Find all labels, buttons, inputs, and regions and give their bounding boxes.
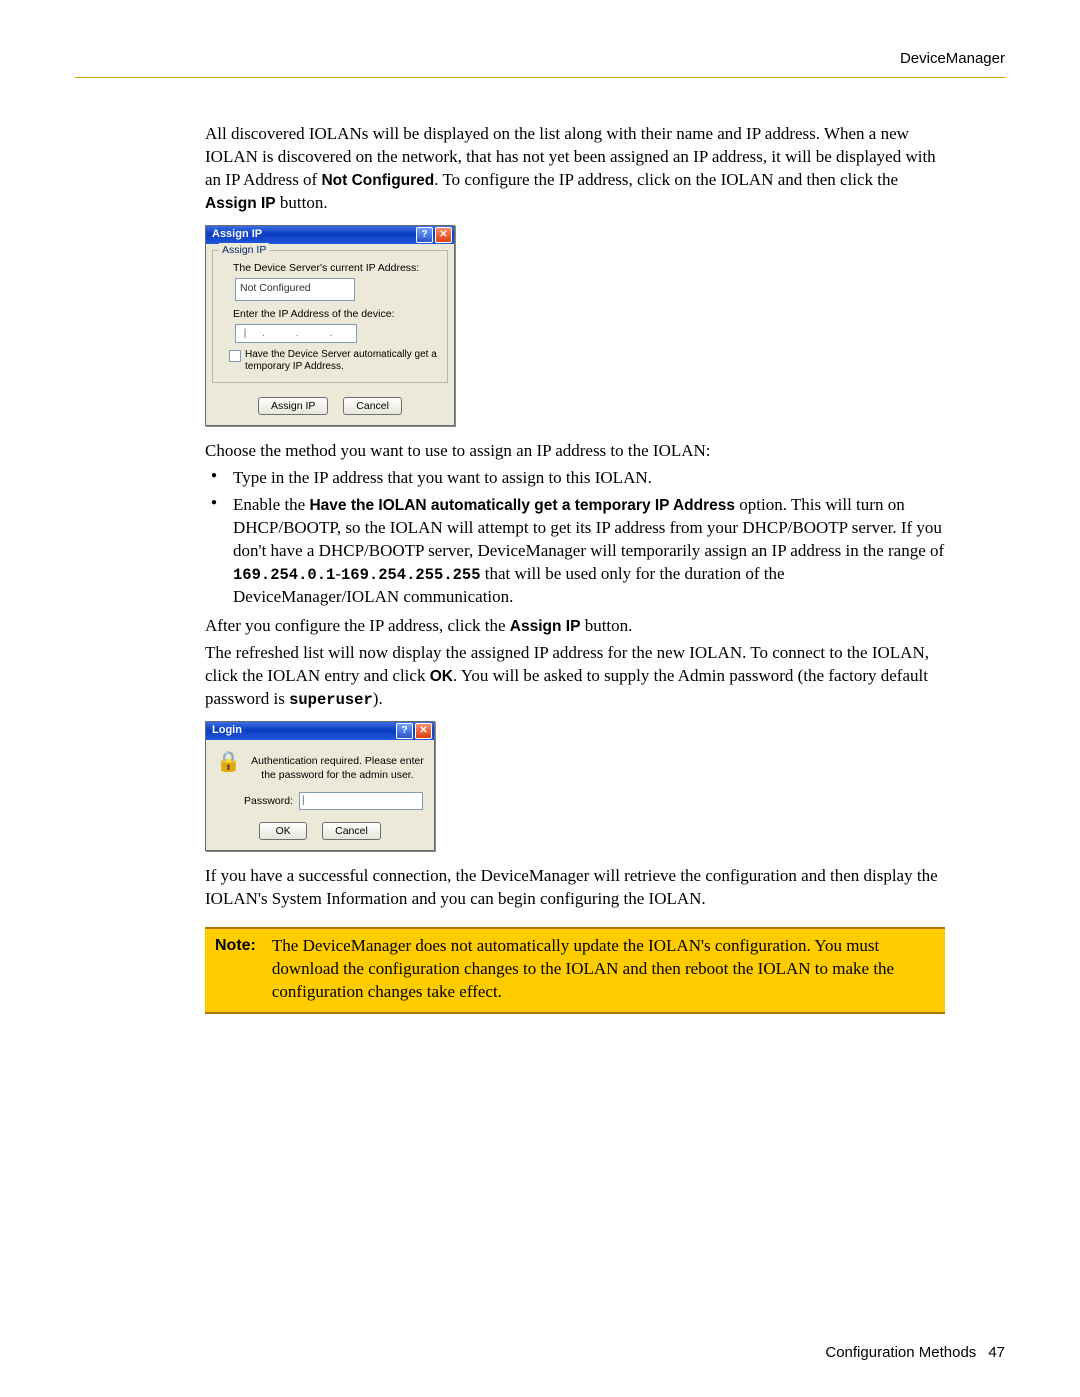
- assign-ip-dialog: Assign IP ? ✕ Assign IP The Device Serve…: [205, 225, 455, 427]
- group-legend: Assign IP: [219, 243, 269, 257]
- close-icon[interactable]: ✕: [415, 723, 432, 739]
- password-input[interactable]: |: [299, 792, 423, 810]
- page-number: 47: [988, 1344, 1005, 1361]
- help-icon[interactable]: ?: [396, 723, 413, 739]
- method-list: Type in the IP address that you want to …: [205, 467, 945, 609]
- ip-cursor: |: [244, 327, 247, 341]
- current-ip-label: The Device Server's current IP Address:: [233, 261, 439, 275]
- bold-text: Have the IOLAN automatically get a tempo…: [309, 497, 735, 514]
- ip-sep: .: [262, 327, 265, 341]
- lock-icon: 🔒: [216, 752, 241, 772]
- ip-input[interactable]: | . . .: [235, 324, 357, 343]
- success-connection-text: If you have a successful connection, the…: [205, 865, 945, 911]
- help-icon[interactable]: ?: [416, 227, 433, 243]
- mono-text: 169.254.0.1: [233, 566, 335, 584]
- login-dialog: Login ? ✕ 🔒 Authentication required. Ple…: [205, 721, 435, 852]
- mono-text: superuser: [289, 691, 373, 709]
- auto-ip-checkbox-label: Have the Device Server automatically get…: [245, 349, 439, 372]
- dialog-title: Login: [212, 723, 242, 738]
- text: . To configure the IP address, click on …: [434, 170, 898, 189]
- cancel-button[interactable]: Cancel: [322, 822, 381, 840]
- body-content: All discovered IOLANs will be displayed …: [205, 123, 945, 1014]
- refreshed-list-text: The refreshed list will now display the …: [205, 642, 945, 711]
- text: button.: [276, 193, 328, 212]
- dialog-titlebar[interactable]: Assign IP ? ✕: [206, 226, 454, 244]
- note-block: Note: The DeviceManager does not automat…: [205, 927, 945, 1014]
- list-item: Type in the IP address that you want to …: [205, 467, 945, 490]
- choose-method-text: Choose the method you want to use to ass…: [205, 440, 945, 463]
- note-label: Note:: [215, 935, 256, 1004]
- assign-ip-group: Assign IP The Device Server's current IP…: [212, 250, 448, 383]
- ip-sep: .: [330, 327, 333, 341]
- footer-section: Configuration Methods: [825, 1344, 976, 1361]
- bold-text: OK: [430, 668, 453, 685]
- close-icon[interactable]: ✕: [435, 227, 452, 243]
- dialog-titlebar[interactable]: Login ? ✕: [206, 722, 434, 740]
- bold-text: Assign IP: [510, 618, 581, 635]
- password-label: Password:: [244, 794, 293, 808]
- auto-ip-checkbox[interactable]: [229, 350, 241, 362]
- after-configure-text: After you configure the IP address, clic…: [205, 615, 945, 638]
- text: ).: [373, 689, 383, 708]
- intro-paragraph: All discovered IOLANs will be displayed …: [205, 123, 945, 215]
- assign-ip-button[interactable]: Assign IP: [258, 397, 328, 415]
- enter-ip-label: Enter the IP Address of the device:: [233, 307, 439, 321]
- text: After you configure the IP address, clic…: [205, 616, 510, 635]
- text: Enable the: [233, 495, 309, 514]
- header-product: DeviceManager: [75, 50, 1005, 67]
- dialog-title: Assign IP: [212, 227, 262, 242]
- ip-sep: .: [296, 327, 299, 341]
- current-ip-display: Not Configured: [235, 278, 355, 301]
- bold-text: Not Configured: [321, 172, 434, 189]
- note-text: The DeviceManager does not automatically…: [272, 935, 935, 1004]
- text: button.: [580, 616, 632, 635]
- list-item: Enable the Have the IOLAN automatically …: [205, 494, 945, 609]
- login-message: Authentication required. Please enter th…: [251, 754, 424, 782]
- text: Type in the IP address that you want to …: [233, 468, 652, 487]
- header-rule: [75, 77, 1005, 78]
- ok-button[interactable]: OK: [259, 822, 307, 840]
- cancel-button[interactable]: Cancel: [343, 397, 402, 415]
- page-footer: Configuration Methods 47: [825, 1344, 1005, 1361]
- bold-text: Assign IP: [205, 195, 276, 212]
- mono-text: 169.254.255.255: [341, 566, 481, 584]
